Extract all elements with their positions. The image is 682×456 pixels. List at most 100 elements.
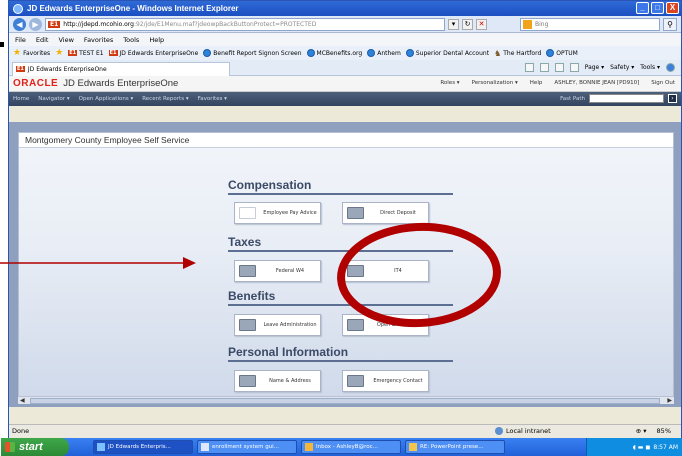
section-personal-information: Personal Information xyxy=(228,345,453,362)
feeds-icon[interactable] xyxy=(539,63,549,72)
title-bar: JD Edwards EnterpriseOne - Windows Inter… xyxy=(9,1,681,16)
fav-test-e1[interactable]: E1 TEST E1 xyxy=(68,49,104,57)
edge-mark xyxy=(0,42,4,47)
monitor-icon xyxy=(239,375,256,387)
task-jde[interactable]: JD Edwards Enterpris... xyxy=(93,440,193,454)
fav-anthem[interactable]: Anthem xyxy=(367,49,401,57)
roles-menu[interactable]: Roles ▾ xyxy=(440,80,459,86)
search-icon[interactable]: ⚲ xyxy=(663,17,677,31)
address-input[interactable]: E1 http://jdepd.mcohio.org:92/jde/E1Menu… xyxy=(45,17,445,31)
fav-label: Superior Dental Account xyxy=(415,49,490,57)
nav-open-applications[interactable]: Open Applications ▾ xyxy=(79,96,134,102)
tile-label: Leave Administration xyxy=(263,322,317,328)
scrollbar-thumb[interactable] xyxy=(30,398,660,404)
close-button[interactable]: X xyxy=(666,2,679,14)
task-powerpoint-email[interactable]: RE: PowerPoint prese... xyxy=(405,440,505,454)
home-icon[interactable] xyxy=(524,63,534,72)
menu-favorites[interactable]: Favorites xyxy=(84,36,113,44)
clock: 8:57 AM xyxy=(653,443,678,451)
fav-jde[interactable]: E1 JD Edwards EnterpriseOne xyxy=(108,50,198,57)
protected-mode-icon[interactable]: ⊕ ▾ xyxy=(636,427,647,435)
start-button[interactable]: start xyxy=(1,438,69,456)
task-enrollment-guide[interactable]: enrollment system gui... xyxy=(197,440,297,454)
fast-path-go-button[interactable]: › xyxy=(668,94,677,103)
employee-pay-advice-button[interactable]: Employee Pay Advice xyxy=(234,202,321,224)
search-input[interactable]: Bing xyxy=(520,17,660,31)
fav-mcbenefits[interactable]: MCBenefits.org xyxy=(306,49,362,57)
monitor-icon xyxy=(347,265,364,277)
menu-edit[interactable]: Edit xyxy=(36,36,49,44)
name-address-button[interactable]: Name & Address xyxy=(234,370,321,392)
nav-recent-reports[interactable]: Recent Reports ▾ xyxy=(142,96,188,102)
menu-help[interactable]: Help xyxy=(149,36,164,44)
dropdown-arrow-icon[interactable]: ▾ xyxy=(448,18,459,30)
tile-label: IT4 xyxy=(394,268,402,274)
fav-superior-dental[interactable]: Superior Dental Account xyxy=(405,49,490,57)
sign-out-link[interactable]: Sign Out xyxy=(651,80,675,86)
nav-home[interactable]: Home xyxy=(13,96,29,102)
tile-label: Federal W4 xyxy=(275,268,305,274)
favorites-label: Favorites xyxy=(23,49,51,57)
tab-label: JD Edwards EnterpriseOne xyxy=(27,65,107,73)
print-icon[interactable] xyxy=(569,63,579,72)
document-icon xyxy=(201,443,209,451)
fav-hartford[interactable]: ♞ The Hartford xyxy=(494,49,541,58)
tab-row: E1 JD Edwards EnterpriseOne Page ▾ Safet… xyxy=(9,60,681,76)
user-name: ASHLEY, BONNIE JEAN [PD910] xyxy=(554,80,640,86)
federal-w4-button[interactable]: Federal W4 xyxy=(234,260,321,282)
personalization-menu[interactable]: Personalization ▾ xyxy=(472,80,518,86)
menu-view[interactable]: View xyxy=(58,36,73,44)
tools-menu[interactable]: Tools ▾ xyxy=(640,64,660,71)
leave-administration-button[interactable]: Leave Administration xyxy=(234,314,321,336)
section-compensation: Compensation xyxy=(228,178,453,195)
menu-tools[interactable]: Tools xyxy=(123,36,139,44)
page-menu[interactable]: Page ▾ xyxy=(585,64,604,71)
nav-favorites[interactable]: Favorites ▾ xyxy=(198,96,227,102)
help-icon[interactable] xyxy=(666,63,675,72)
ie-page-icon xyxy=(203,49,212,57)
section-taxes: Taxes xyxy=(228,235,453,252)
scroll-right-icon[interactable]: ▶ xyxy=(667,397,672,404)
zoom-level[interactable]: 85% xyxy=(657,427,671,435)
fav-label: The Hartford xyxy=(503,49,542,57)
menu-file[interactable]: File xyxy=(15,36,26,44)
it4-button[interactable]: IT4 xyxy=(342,260,429,282)
maximize-button[interactable]: □ xyxy=(651,2,664,14)
scroll-left-icon[interactable]: ◀ xyxy=(20,397,25,404)
emergency-contact-button[interactable]: Emergency Contact xyxy=(342,370,429,392)
monitor-icon xyxy=(239,319,256,331)
refresh-icon[interactable]: ↻ xyxy=(462,18,473,30)
fav-optum[interactable]: OPTUM xyxy=(546,49,578,57)
fast-path-input[interactable] xyxy=(589,94,664,103)
section-title: Personal Information xyxy=(228,345,453,362)
content-area: Montgomery County Employee Self Service … xyxy=(9,122,681,407)
monitor-icon xyxy=(239,265,256,277)
add-favorite-icon[interactable]: ★ xyxy=(55,48,63,58)
minimize-button[interactable]: _ xyxy=(636,2,649,14)
horizontal-scrollbar[interactable]: ◀ ▶ xyxy=(18,396,674,404)
status-text: Done xyxy=(12,427,30,435)
ie-page-icon xyxy=(306,49,315,57)
safety-menu[interactable]: Safety ▾ xyxy=(610,64,634,71)
fav-label: TEST E1 xyxy=(79,49,104,57)
url-host: http://jdepd.mcohio.org xyxy=(63,20,134,28)
fav-benefit-report[interactable]: Benefit Report Signon Screen xyxy=(203,49,302,57)
stop-icon[interactable]: ✕ xyxy=(476,18,487,30)
ie-page-icon xyxy=(546,49,555,57)
direct-deposit-button[interactable]: Direct Deposit xyxy=(342,202,429,224)
back-button[interactable]: ◀ xyxy=(13,17,26,31)
tab-jde[interactable]: E1 JD Edwards EnterpriseOne xyxy=(12,61,230,76)
nav-navigator[interactable]: Navigator ▾ xyxy=(38,96,69,102)
open-enrollment-button[interactable]: Open Enrollment xyxy=(342,314,429,336)
jde-favicon-icon: E1 xyxy=(16,66,25,72)
forward-button[interactable]: ▶ xyxy=(29,17,42,31)
help-link[interactable]: Help xyxy=(530,80,543,86)
favorites-button[interactable]: ★ Favorites xyxy=(13,48,50,58)
tray-icons: ◖ ▬ ◼ xyxy=(632,443,651,451)
task-inbox[interactable]: Inbox - AshleyB@roc... xyxy=(301,440,401,454)
ie-page-icon xyxy=(405,49,414,57)
jde-header: ORACLE JD Edwards EnterpriseOne Roles ▾ … xyxy=(9,76,681,92)
fast-path-label: Fast Path xyxy=(560,95,585,102)
mail-icon[interactable] xyxy=(554,63,564,72)
self-service-page: Montgomery County Employee Self Service … xyxy=(18,132,674,404)
